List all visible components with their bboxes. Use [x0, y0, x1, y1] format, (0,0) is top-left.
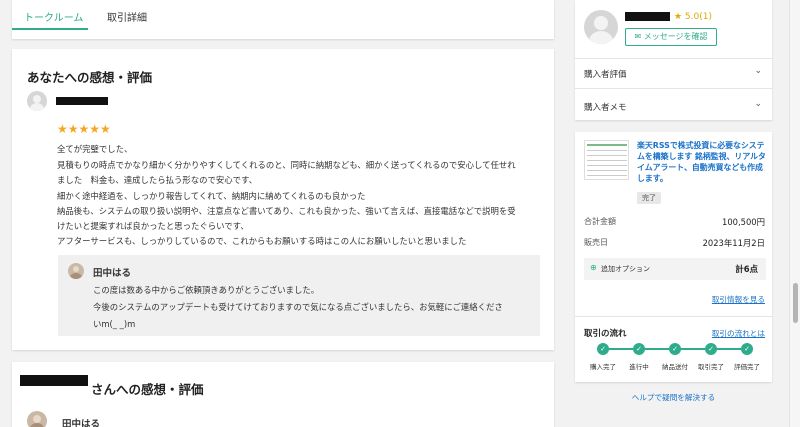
- sale-date-value: 2023年11月2日: [702, 238, 765, 248]
- flow-step-label: 取引完了: [698, 363, 724, 371]
- additional-options: ⊕ 追加オプション 計6点: [584, 258, 766, 280]
- product-thumbnail[interactable]: [584, 140, 629, 180]
- tab-transaction-details[interactable]: 取引詳細: [107, 9, 147, 24]
- check-message-button[interactable]: ✉ メッセージを確認: [625, 28, 717, 46]
- tab-talkroom[interactable]: トークルーム: [24, 9, 83, 24]
- buyer-info-card: ★ 5.0(1) ✉ メッセージを確認 購入者評価 ⌄ 購入者メモ ⌄: [575, 0, 772, 120]
- reviewer-avatar: [27, 91, 47, 111]
- transaction-card: 楽天RSSで株式投資に必要なシステムを構築します 銘柄監視、リアルタイムアラート…: [575, 132, 772, 382]
- sale-date-label: 販売日: [584, 238, 608, 247]
- reply-author-name: 田中はる: [93, 268, 132, 279]
- tab-bar: トークルーム 取引詳細: [12, 0, 554, 39]
- review-line: アフターサービスも、しっかりしているので、これからもお願いする時はこの人にお願い…: [57, 236, 467, 246]
- flow-step-label: 進行中: [629, 363, 649, 371]
- reply-line: 今後のシステムのアップデートも受けてけておりますので気になる点ございましたら、お…: [93, 302, 503, 312]
- review-card: あなたへの感想・評価 ★★★★★ 全てが完璧でした、 見積もりの時点でかなり細か…: [12, 49, 554, 350]
- review-line: 納品後も、システムの取り扱い説明や、注意点など書いてあり、これも良かった、強いて…: [57, 206, 516, 216]
- options-label: 追加オプション: [601, 265, 650, 273]
- view-transaction-info-link[interactable]: 取引情報を見る: [712, 294, 765, 305]
- seller-avatar: [68, 263, 84, 279]
- review-line: 全てが完璧でした、: [57, 144, 133, 154]
- help-link[interactable]: ヘルプで疑問を解決する: [575, 392, 772, 403]
- review-line: 細かく途中経過を、しっかり報告してくれて、納期内に納めてくれるのも良かった: [57, 191, 366, 201]
- rating-stars: ★★★★★: [57, 122, 111, 136]
- buyer-name-redacted: [20, 375, 88, 386]
- reviewer-name: 田中はる: [62, 419, 101, 427]
- plus-circle-icon: ⊕: [590, 263, 597, 272]
- divider: [575, 88, 772, 89]
- total-value: 100,500円: [721, 217, 765, 227]
- review-line: けたいと提案すれば良かったと思ったぐらいです、: [57, 221, 249, 231]
- rating-score: ★ 5.0(1): [674, 12, 712, 22]
- menu-buyer-memo[interactable]: 購入者メモ: [584, 101, 627, 113]
- buyer-review-card: さんへの感想・評価 田中はる: [12, 362, 554, 427]
- chevron-down-icon[interactable]: ⌄: [754, 66, 762, 76]
- product-title-link[interactable]: 楽天RSSで株式投資に必要なシステムを構築します 銘柄監視、リアルタイムアラート…: [637, 140, 767, 184]
- review-line: ました 料金も、達成したら払う形なので安心です、: [57, 175, 258, 185]
- what-is-flow-link[interactable]: 取引の流れとは: [712, 328, 765, 339]
- check-icon: ✓: [705, 343, 717, 355]
- flow-step-label: 評価完了: [734, 363, 760, 371]
- check-icon: ✓: [597, 343, 609, 355]
- flow-title: 取引の流れ: [584, 329, 627, 339]
- menu-buyer-rating[interactable]: 購入者評価: [584, 68, 627, 80]
- review-title: あなたへの感想・評価: [27, 70, 153, 85]
- scrollbar[interactable]: [789, 0, 800, 427]
- flow-step-label: 購入完了: [590, 363, 616, 371]
- chevron-down-icon[interactable]: ⌄: [754, 99, 762, 109]
- options-count: 計6点: [735, 264, 758, 274]
- buyer-name-redacted: [625, 12, 670, 21]
- scrollbar-thumb[interactable]: [793, 283, 798, 323]
- check-icon: ✓: [633, 343, 645, 355]
- check-icon: ✓: [741, 343, 753, 355]
- reviewer-avatar: [27, 411, 47, 427]
- divider: [575, 58, 772, 59]
- reply-line: いm(_ _)m: [93, 319, 136, 329]
- mail-icon: ✉: [634, 32, 644, 41]
- divider: [575, 316, 772, 317]
- flow-step-label: 納品送付: [662, 363, 688, 371]
- review-line: 見積もりの時点でかなり細かく分かりやすくしてくれるのと、同時に納期なども、細かく…: [57, 160, 516, 170]
- reply-line: この度は数ある中からご依頼頂きありがとうございました。: [93, 285, 320, 295]
- total-label: 合計金額: [584, 217, 616, 226]
- seller-reply: 田中はる この度は数ある中からご依頼頂きありがとうございました。 今後のシステム…: [58, 255, 540, 336]
- reviewer-name-redacted: [56, 97, 108, 105]
- status-badge: 完了: [637, 192, 661, 204]
- active-tab-indicator: [12, 28, 88, 30]
- check-message-label: メッセージを確認: [643, 32, 708, 41]
- check-icon: ✓: [669, 343, 681, 355]
- buyer-review-title: さんへの感想・評価: [91, 382, 204, 397]
- buyer-avatar: [584, 10, 618, 44]
